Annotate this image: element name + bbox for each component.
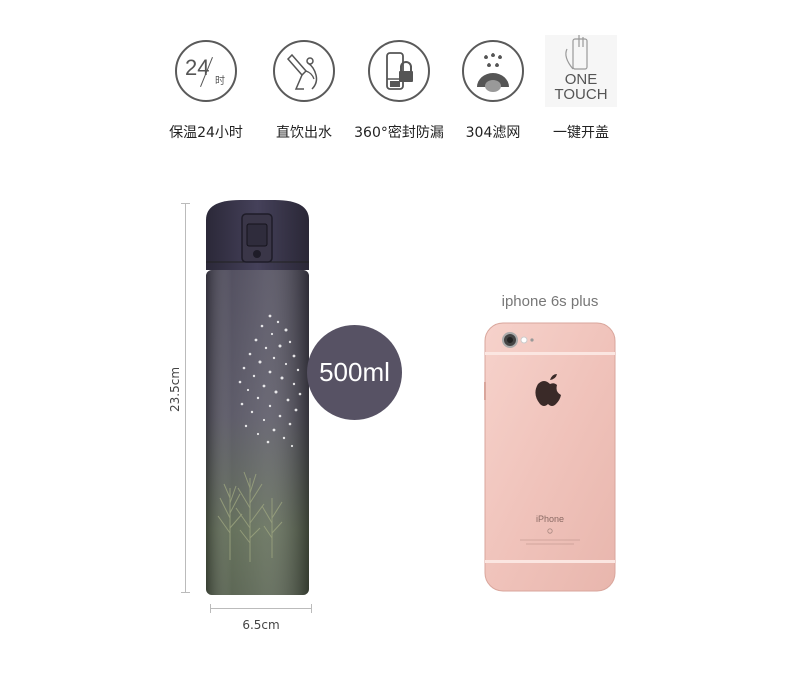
one-touch-icon: ONE TOUCH bbox=[545, 35, 617, 107]
feature-keep-warm: 24 时 保温24小时 bbox=[160, 40, 252, 142]
feature-filter: 304滤网 bbox=[447, 40, 539, 142]
width-dimension-cap-right bbox=[311, 604, 312, 613]
height-dimension-cap-top bbox=[181, 203, 190, 204]
height-label: 23.5cm bbox=[168, 366, 182, 412]
drink-icon-graphic bbox=[286, 53, 318, 90]
height-dimension-line bbox=[185, 203, 186, 593]
capacity-badge: 500ml bbox=[307, 325, 402, 420]
thermos-bottle-image bbox=[206, 200, 309, 595]
lock-seal-icon-graphic bbox=[386, 52, 413, 90]
feature-seal: 360°密封防漏 bbox=[353, 40, 445, 142]
feature-seal-label: 360°密封防漏 bbox=[354, 125, 444, 141]
width-dimension-line bbox=[210, 608, 312, 609]
phone-caption: iphone 6s plus bbox=[501, 293, 599, 310]
width-dimension-cap-left bbox=[210, 604, 211, 613]
one-touch-text-2: TOUCH bbox=[554, 86, 608, 103]
height-dimension-cap-bottom bbox=[181, 592, 190, 593]
feature-filter-label: 304滤网 bbox=[465, 125, 521, 141]
clock-24h-number: 24 bbox=[185, 55, 210, 80]
filter-icon bbox=[462, 40, 524, 102]
feature-drink-label: 直饮出水 bbox=[276, 125, 332, 141]
lock-seal-icon bbox=[368, 40, 430, 102]
phone-image: iPhone bbox=[484, 322, 616, 592]
clock-24h-unit: 时 bbox=[215, 76, 225, 87]
phone-brand-text: iPhone bbox=[536, 514, 564, 524]
drink-icon bbox=[273, 40, 335, 102]
feature-keep-warm-label: 保温24小时 bbox=[169, 125, 243, 141]
feature-one-touch-label: 一键开盖 bbox=[553, 125, 609, 141]
feature-drink: 直饮出水 bbox=[258, 40, 350, 142]
feature-one-touch: ONE TOUCH 一键开盖 bbox=[535, 35, 627, 142]
filter-icon-graphic bbox=[477, 53, 509, 92]
width-label: 6.5cm bbox=[242, 618, 280, 632]
hand-press-graphic bbox=[565, 35, 588, 70]
clock-24h-icon: 24 时 bbox=[175, 40, 237, 102]
